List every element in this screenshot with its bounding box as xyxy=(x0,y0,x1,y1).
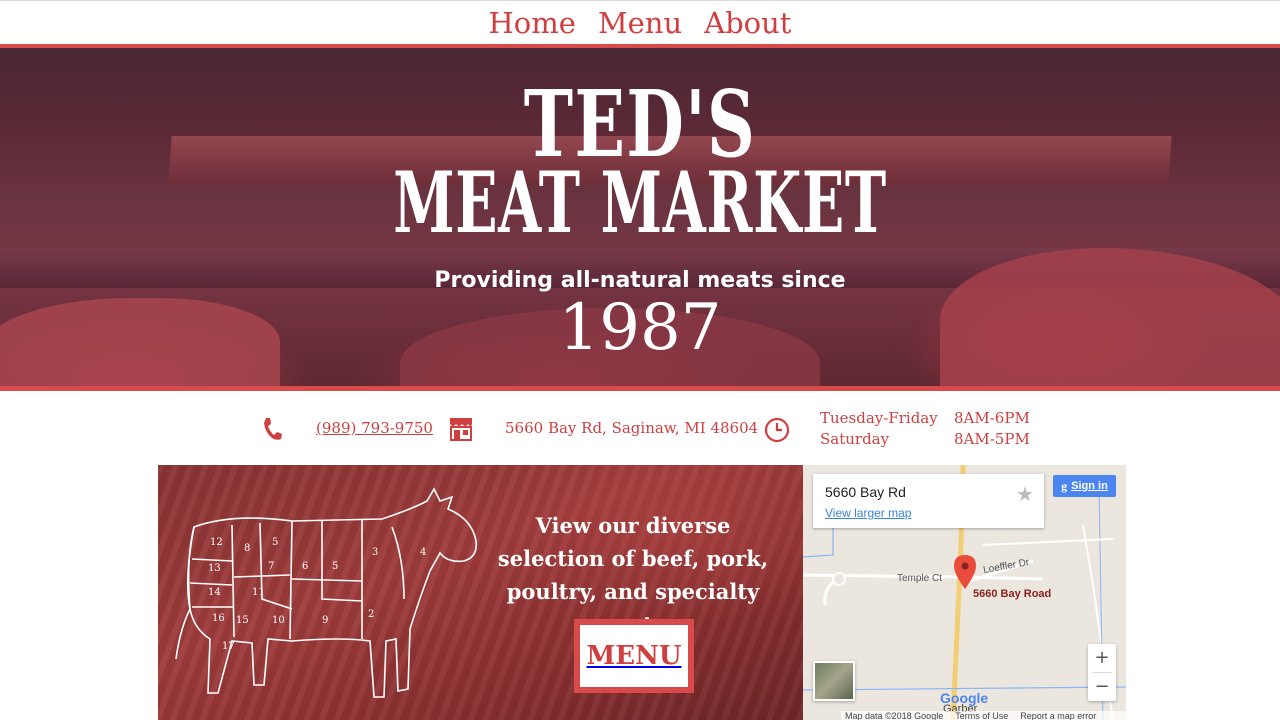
map-info-card: 5660 Bay Rd View larger map ★ xyxy=(813,474,1044,528)
hours-time: 8AM-6PM xyxy=(954,409,1030,427)
clock-icon xyxy=(764,417,790,443)
cut-number: 7 xyxy=(268,561,274,572)
hours-row: Tuesday-Friday 8AM-6PM xyxy=(820,408,1030,429)
store-icon xyxy=(450,418,472,441)
hero-banner: TED'S MEAT MARKET Providing all-natural … xyxy=(0,48,1280,386)
zoom-out-button[interactable]: − xyxy=(1088,673,1116,701)
hours-row: Saturday 8AM-5PM xyxy=(820,429,1030,450)
cut-number: 10 xyxy=(272,615,285,626)
star-icon[interactable]: ★ xyxy=(1016,482,1034,506)
phone-icon xyxy=(264,418,282,440)
google-logo: Google xyxy=(940,690,989,706)
cut-number: 13 xyxy=(208,563,221,574)
view-larger-map-link[interactable]: View larger map xyxy=(825,506,911,520)
address-text: 5660 Bay Rd, Saginaw, MI 48604 xyxy=(505,419,759,437)
business-hours: Tuesday-Friday 8AM-6PM Saturday 8AM-5PM xyxy=(820,408,1030,450)
zoom-in-button[interactable]: + xyxy=(1088,644,1116,672)
phone-link[interactable]: (989) 793-9750 xyxy=(316,391,433,465)
map-data-credit: Map data ©2018 Google xyxy=(845,711,944,720)
hero-title-line2: MEAT MARKET xyxy=(393,153,887,252)
zoom-controls: + − xyxy=(1088,644,1116,701)
top-nav: Home Menu About xyxy=(0,0,1280,44)
cut-number: 8 xyxy=(244,543,250,554)
cut-number: 5 xyxy=(332,561,338,572)
nav-menu[interactable]: Menu xyxy=(598,1,682,45)
cut-number: 14 xyxy=(208,587,221,598)
google-g-icon: g xyxy=(1061,478,1068,493)
hours-day: Tuesday-Friday xyxy=(820,409,938,427)
menu-button-label: MENU xyxy=(580,625,688,687)
signin-label: Sign in xyxy=(1071,480,1108,492)
nav-home[interactable]: Home xyxy=(489,1,576,45)
cut-number: 16 xyxy=(212,613,225,624)
cut-number: 15 xyxy=(236,615,249,626)
hours-day: Saturday xyxy=(820,430,890,448)
menu-button[interactable]: MENU xyxy=(574,619,694,693)
satellite-toggle[interactable] xyxy=(813,661,855,701)
street-label: Temple Ct xyxy=(897,573,943,584)
hours-time: 8AM-5PM xyxy=(954,430,1030,448)
place-label: 5660 Bay Road xyxy=(973,588,1052,600)
cut-number: 9 xyxy=(322,615,328,626)
cut-number: 4 xyxy=(420,547,426,558)
contact-info-bar: (989) 793-9750 5660 Bay Rd, Saginaw, MI … xyxy=(0,391,1280,465)
menu-promo-panel: 12 8 5 3 4 6 5 7 13 14 11 16 15 10 9 2 1… xyxy=(158,465,803,720)
cut-number: 12 xyxy=(210,537,223,548)
cut-number: 17 xyxy=(222,641,235,652)
cut-number: 11 xyxy=(252,587,265,598)
google-map-embed[interactable]: Temple Ct Loeffler Dr 5660 Bay Road Garb… xyxy=(803,465,1126,720)
map-footer: Map data ©2018 Google Terms of Use Repor… xyxy=(841,711,1126,720)
hero-year: 1987 xyxy=(558,291,722,365)
cut-number: 3 xyxy=(372,547,378,558)
terms-link[interactable]: Terms of Use xyxy=(955,711,1008,720)
hero-subtitle: Providing all-natural meats since xyxy=(434,268,846,293)
nav-about[interactable]: About xyxy=(704,1,791,45)
beef-cuts-cow-illustration: 12 8 5 3 4 6 5 7 13 14 11 16 15 10 9 2 1… xyxy=(175,487,478,698)
cut-number: 5 xyxy=(272,537,278,548)
map-signin-button[interactable]: g Sign in xyxy=(1053,475,1116,497)
cut-number: 6 xyxy=(302,561,308,572)
map-card-title: 5660 Bay Rd xyxy=(825,484,906,500)
cut-number: 2 xyxy=(368,609,374,620)
report-error-link[interactable]: Report a map error xyxy=(1020,711,1096,720)
map-pin-icon[interactable] xyxy=(954,555,976,589)
